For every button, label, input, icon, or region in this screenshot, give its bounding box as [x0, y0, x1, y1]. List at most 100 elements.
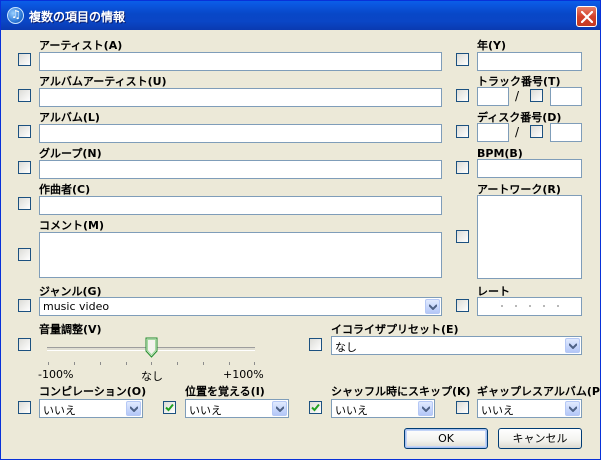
- album-field[interactable]: [39, 124, 442, 143]
- slider-tick: [229, 362, 230, 365]
- skip-shuffle-label: シャッフル時にスキップ(K): [331, 385, 471, 398]
- track-number-field[interactable]: [477, 87, 509, 106]
- composer-label: 作曲者(C): [39, 183, 91, 196]
- track-number-checkbox[interactable]: [456, 89, 469, 102]
- remember-position-value: いいえ: [189, 404, 222, 417]
- album-artist-field[interactable]: [39, 88, 442, 107]
- skip-shuffle-combobox[interactable]: いいえ: [331, 399, 435, 418]
- compilation-combobox[interactable]: いいえ: [39, 399, 143, 418]
- title-bar[interactable]: 複数の項目の情報: [1, 1, 600, 30]
- close-button[interactable]: [576, 6, 597, 27]
- remember-position-label: 位置を覚える(I): [185, 385, 265, 398]
- multiple-item-info-dialog: 複数の項目の情報 アーティスト(A) アルバムアーティスト(U) アルバム(L)…: [0, 0, 601, 460]
- disc-number-field[interactable]: [477, 123, 509, 142]
- skip-shuffle-checkbox[interactable]: [309, 401, 322, 414]
- album-checkbox[interactable]: [18, 125, 31, 138]
- year-label: 年(Y): [477, 39, 507, 52]
- slider-tick: [254, 362, 255, 365]
- bpm-field[interactable]: [477, 159, 582, 178]
- compilation-label: コンピレーション(O): [39, 385, 147, 398]
- year-checkbox[interactable]: [456, 53, 469, 66]
- comment-label: コメント(M): [39, 219, 105, 232]
- track-separator: /: [515, 89, 520, 103]
- gapless-checkbox[interactable]: [456, 401, 469, 414]
- volume-slider-thumb[interactable]: [145, 337, 158, 359]
- genre-checkbox[interactable]: [18, 299, 31, 312]
- artist-checkbox[interactable]: [18, 53, 31, 66]
- artist-field[interactable]: [39, 52, 442, 71]
- remember-position-combobox[interactable]: いいえ: [185, 399, 289, 418]
- artist-label: アーティスト(A): [39, 39, 123, 52]
- grouping-field[interactable]: [39, 160, 442, 179]
- artwork-well[interactable]: [477, 195, 582, 279]
- equalizer-value: なし: [335, 341, 357, 354]
- rating-dot[interactable]: [543, 305, 545, 307]
- album-artist-checkbox[interactable]: [18, 89, 31, 102]
- compilation-value: いいえ: [43, 404, 76, 417]
- grouping-label: グループ(N): [39, 147, 102, 160]
- album-label: アルバム(L): [39, 111, 100, 124]
- checkmark-icon: [311, 403, 320, 412]
- compilation-checkbox[interactable]: [18, 401, 31, 414]
- volume-min-label: -100%: [38, 368, 74, 381]
- slider-tick: [126, 362, 127, 365]
- equalizer-combobox[interactable]: なし: [331, 336, 582, 355]
- comment-checkbox[interactable]: [18, 248, 31, 261]
- chevron-down-icon: [569, 343, 577, 349]
- slider-tick: [48, 362, 49, 365]
- gapless-dropdown-button[interactable]: [565, 401, 580, 416]
- chevron-down-icon: [569, 406, 577, 412]
- rating-dot[interactable]: [557, 305, 559, 307]
- chevron-down-icon: [422, 406, 430, 412]
- itunes-icon: [7, 7, 24, 24]
- slider-tick: [151, 362, 152, 365]
- disc-separator: /: [515, 125, 520, 139]
- volume-max-label: +100%: [223, 368, 264, 381]
- rating-dot[interactable]: [515, 305, 517, 307]
- chevron-down-icon: [429, 304, 437, 310]
- artwork-checkbox[interactable]: [456, 230, 469, 243]
- gapless-label: ギャップレスアルバム(P): [477, 385, 601, 398]
- comment-field[interactable]: [39, 232, 442, 278]
- disc-total-field[interactable]: [550, 123, 582, 142]
- gapless-combobox[interactable]: いいえ: [477, 399, 582, 418]
- skip-shuffle-value: いいえ: [335, 404, 368, 417]
- window-title: 複数の項目の情報: [29, 10, 126, 24]
- track-total-field[interactable]: [550, 87, 582, 106]
- composer-field[interactable]: [39, 196, 442, 215]
- cancel-button[interactable]: キャンセル: [498, 428, 582, 449]
- composer-checkbox[interactable]: [18, 197, 31, 210]
- rating-dot[interactable]: [501, 305, 503, 307]
- equalizer-dropdown-button[interactable]: [565, 338, 580, 353]
- close-icon: [581, 11, 593, 23]
- equalizer-label: イコライザプリセット(E): [331, 323, 459, 336]
- slider-tick: [100, 362, 101, 365]
- grouping-checkbox[interactable]: [18, 161, 31, 174]
- genre-dropdown-button[interactable]: [425, 299, 440, 314]
- album-artist-label: アルバムアーティスト(U): [39, 75, 167, 88]
- slider-tick: [74, 362, 75, 365]
- genre-value: music video: [43, 300, 110, 313]
- volume-checkbox[interactable]: [18, 338, 31, 351]
- chevron-down-icon: [130, 406, 138, 412]
- volume-mid-label: なし: [141, 370, 163, 383]
- bpm-checkbox[interactable]: [456, 161, 469, 174]
- chevron-down-icon: [276, 406, 284, 412]
- year-field[interactable]: [477, 52, 582, 71]
- genre-combobox[interactable]: music video: [39, 297, 442, 316]
- gapless-value: いいえ: [481, 404, 514, 417]
- compilation-dropdown-button[interactable]: [126, 401, 141, 416]
- track-total-checkbox[interactable]: [530, 89, 543, 102]
- slider-tick: [203, 362, 204, 365]
- remember-position-dropdown-button[interactable]: [272, 401, 287, 416]
- rating-dot[interactable]: [529, 305, 531, 307]
- ok-button[interactable]: OK: [404, 428, 488, 449]
- rating-checkbox[interactable]: [456, 299, 469, 312]
- skip-shuffle-dropdown-button[interactable]: [418, 401, 433, 416]
- rating-field[interactable]: [477, 297, 582, 316]
- disc-total-checkbox[interactable]: [530, 125, 543, 138]
- equalizer-checkbox[interactable]: [309, 338, 322, 351]
- disc-number-checkbox[interactable]: [456, 125, 469, 138]
- volume-label: 音量調整(V): [39, 323, 102, 336]
- remember-position-checkbox[interactable]: [163, 401, 176, 414]
